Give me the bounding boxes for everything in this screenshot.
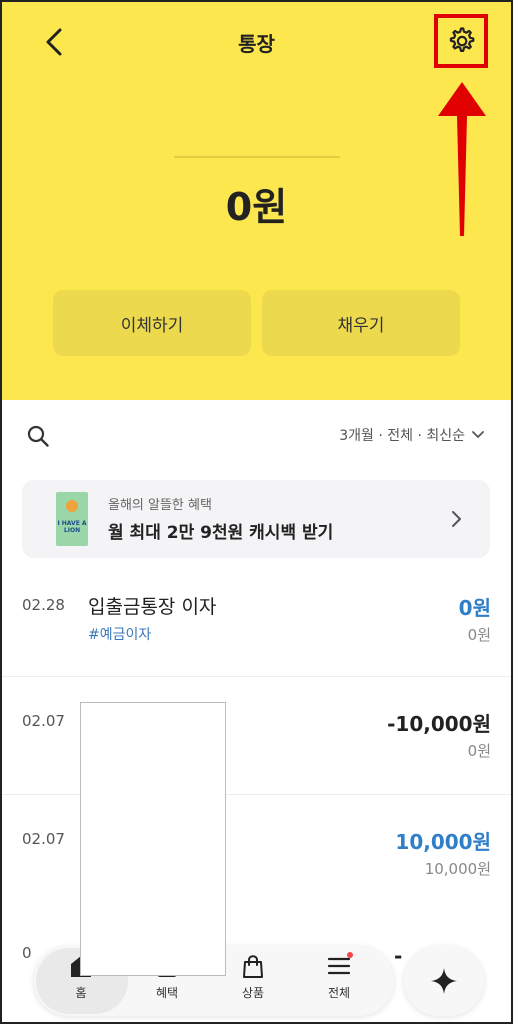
transaction-date: 02.07 (22, 712, 65, 730)
transaction-date: 02.07 (22, 830, 65, 848)
shopping-bag-icon (243, 955, 263, 978)
transaction-name: 입출금통장 이자 (88, 596, 217, 618)
account-header: 통장 0원 이체하기 채우기 (0, 0, 513, 400)
filter-dropdown[interactable]: 3개월 · 전체 · 최신순 (339, 425, 485, 445)
sparkle-icon (431, 968, 457, 994)
nav-benefits-label: 혜택 (155, 986, 179, 1000)
promo-banner[interactable]: I HAVE A LION 올해의 알뜰한 혜택 월 최대 2만 9천원 캐시백… (22, 480, 490, 558)
transaction-amount: - (394, 944, 403, 968)
nav-products[interactable]: 상품 (218, 952, 288, 1012)
transaction-row[interactable]: 02.28 입출금통장 이자 #예금이자 0원 0원 (0, 580, 513, 676)
transaction-balance: 10,000원 (424, 860, 491, 878)
gear-icon (449, 27, 475, 52)
ai-assistant-button[interactable] (404, 946, 484, 1016)
transaction-balance: 0원 (467, 626, 491, 644)
promo-subtitle: 올해의 알뜰한 혜택 (108, 498, 212, 513)
transaction-balance: 0원 (467, 742, 491, 760)
transaction-amount: -10,000원 (387, 712, 491, 736)
nav-all[interactable]: 전체 (304, 952, 374, 1012)
transaction-date: 02.28 (22, 596, 65, 614)
search-icon[interactable] (26, 424, 50, 448)
menu-icon (327, 952, 353, 975)
nav-products-label: 상품 (241, 986, 265, 1000)
transfer-button[interactable]: 이체하기 (53, 290, 251, 356)
promo-image: I HAVE A LION (56, 492, 88, 546)
chevron-right-icon (452, 511, 461, 527)
fill-button[interactable]: 채우기 (262, 290, 460, 356)
transaction-date: 0 (22, 944, 32, 962)
settings-button[interactable] (434, 14, 488, 68)
redaction-box (80, 702, 226, 976)
transaction-amount: 10,000원 (395, 830, 491, 854)
transaction-tag[interactable]: #예금이자 (88, 624, 151, 644)
transaction-row[interactable]: 02.07 -10,000원 0원 (0, 676, 513, 794)
account-name-underline (174, 156, 340, 158)
chevron-down-icon (472, 431, 484, 438)
transaction-row[interactable]: 02.07 10,000원 10,000원 (0, 794, 513, 912)
filter-label: 3개월 · 전체 · 최신순 (339, 428, 465, 444)
nav-all-label: 전체 (327, 986, 351, 1000)
promo-title: 월 최대 2만 9천원 캐시백 받기 (108, 523, 334, 543)
transaction-amount: 0원 (458, 596, 491, 620)
account-balance: 0원 (225, 185, 288, 229)
nav-home-label: 홈 (75, 986, 87, 1000)
